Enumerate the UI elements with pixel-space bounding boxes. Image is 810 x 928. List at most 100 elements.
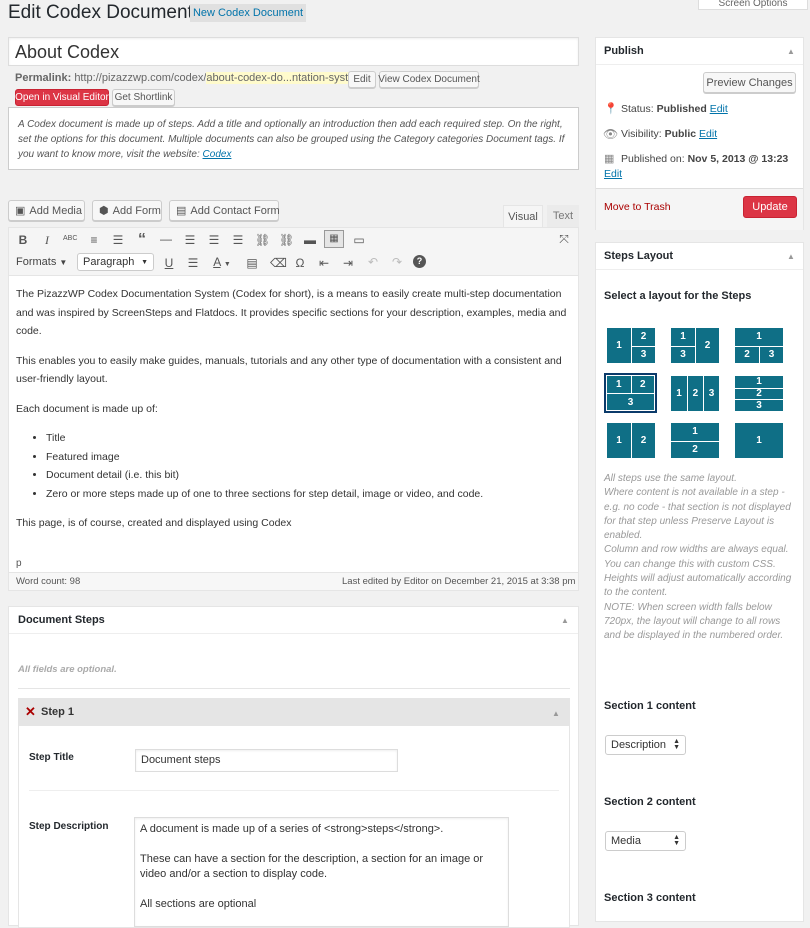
step-description-line: These can have a section for the descrip…	[140, 853, 484, 880]
step-1-label: Step 1	[41, 706, 75, 718]
dropdown-arrow-icon: ▼	[141, 258, 148, 266]
layout-option-2[interactable]: 1 3 2	[671, 328, 719, 363]
layout-option-4[interactable]: 1 2 3	[607, 376, 654, 410]
outdent-icon[interactable]: ⇤	[317, 256, 331, 270]
align-center-icon[interactable]: ☰	[207, 233, 221, 247]
italic-icon[interactable]: I	[40, 233, 54, 248]
step-1-header[interactable]	[18, 698, 570, 726]
published-edit-link[interactable]: Edit	[604, 168, 622, 180]
horizontal-line-icon[interactable]: —	[159, 232, 173, 246]
intro-link[interactable]: Codex	[203, 149, 232, 160]
layout-note: All steps use the same layout. Where con…	[604, 473, 792, 642]
visibility-value: Public	[664, 128, 697, 140]
layout-option-7[interactable]: 1 2	[607, 423, 655, 458]
box-divider	[9, 633, 578, 634]
add-media-label: Add Media	[29, 204, 82, 217]
underline-icon[interactable]: U	[162, 256, 176, 270]
indent-icon[interactable]: ⇥	[341, 256, 355, 270]
visibility-edit-link[interactable]: Edit	[699, 128, 717, 140]
align-left-icon[interactable]: ☰	[183, 233, 197, 247]
new-codex-document-button[interactable]: New Codex Document	[190, 4, 306, 22]
pin-icon: 📍	[604, 103, 618, 115]
tab-visual[interactable]: Visual	[503, 205, 543, 227]
steps-layout-title: Steps Layout	[604, 250, 674, 262]
published-label: Published on:	[621, 153, 685, 165]
divider	[29, 790, 559, 791]
layout-option-6[interactable]: 1 2 3	[735, 376, 783, 411]
justify-icon[interactable]: ☰	[186, 256, 200, 270]
move-to-trash-link[interactable]: Move to Trash	[604, 201, 671, 213]
screen-options-label: Screen Options	[718, 0, 788, 9]
box-divider	[596, 269, 803, 270]
status-label: Status:	[621, 103, 654, 115]
toggle-arrow-icon[interactable]: ▲	[787, 252, 795, 261]
layout-option-8[interactable]: 1 2	[671, 423, 719, 458]
section-3-label: Section 3 content	[604, 892, 696, 904]
toggle-arrow-icon[interactable]: ▲	[561, 616, 569, 625]
open-visual-editor-button[interactable]: Open in Visual Editor	[15, 89, 109, 106]
layout-option-1[interactable]: 1 2 3	[607, 328, 655, 363]
eye-icon: 👁	[603, 127, 619, 141]
clear-formatting-icon[interactable]: ⌫	[270, 256, 287, 270]
optional-note: All fields are optional.	[18, 664, 117, 675]
link-icon[interactable]: ⛓	[255, 233, 270, 247]
undo-icon[interactable]: ↶	[366, 255, 380, 269]
get-shortlink-button[interactable]: Get Shortlink	[112, 89, 175, 106]
dropdown-arrow-icon: ▼	[59, 258, 68, 267]
layout-option-9[interactable]: 1	[735, 423, 783, 458]
permalink-edit-button[interactable]: Edit	[348, 71, 376, 88]
special-character-icon[interactable]: Ω	[293, 256, 307, 270]
layout-option-5[interactable]: 1 2 3	[671, 376, 719, 411]
paragraph-select[interactable]: Paragraph ▼	[77, 253, 154, 271]
toolbar-toggle-icon[interactable]: ▦	[324, 230, 344, 248]
blockquote-icon[interactable]: “	[135, 231, 149, 249]
section-2-label: Section 2 content	[604, 796, 696, 808]
layout-option-3[interactable]: 1 2 3	[735, 328, 783, 363]
bold-icon[interactable]: B	[16, 233, 30, 247]
add-media-button[interactable]: ▣ Add Media	[8, 200, 85, 221]
redo-icon[interactable]: ↷	[390, 255, 404, 269]
contact-form-icon: ▤	[176, 205, 187, 217]
status-row: Status: Published Edit	[621, 103, 728, 115]
delete-step-icon[interactable]: ✕	[25, 704, 36, 720]
add-form-button[interactable]: ⬢ Add Form	[92, 200, 162, 221]
add-contact-form-button[interactable]: ▤ Add Contact Form	[169, 200, 280, 221]
formats-dropdown[interactable]: Formats ▼	[16, 256, 67, 268]
add-form-label: Add Form	[112, 204, 161, 217]
intro-text: A Codex document is made up of steps. Ad…	[18, 119, 565, 160]
preview-changes-button[interactable]: Preview Changes	[703, 72, 796, 93]
unlink-icon[interactable]: ⛓	[279, 233, 294, 247]
fullscreen-icon[interactable]: ⤧	[557, 232, 571, 247]
toggle-arrow-icon[interactable]: ▲	[552, 709, 560, 718]
tab-text[interactable]: Text	[547, 205, 579, 227]
toggle-arrow-icon[interactable]: ▲	[787, 47, 795, 56]
permalink-slug[interactable]: about-codex-do...ntation-system	[206, 72, 364, 84]
update-button[interactable]: Update	[743, 196, 797, 218]
paste-text-icon[interactable]: ▤	[245, 256, 259, 270]
step-title-input[interactable]: Document steps	[135, 749, 398, 772]
list-item: Featured image	[46, 448, 571, 467]
strikethrough-icon[interactable]: ABC	[63, 235, 77, 242]
box-divider	[596, 64, 803, 65]
text-color-icon[interactable]: A ▼	[209, 255, 235, 269]
section-2-select[interactable]: Media ▲ ▼	[605, 831, 686, 851]
post-title-text: About Codex	[15, 42, 120, 62]
shortcode-icon[interactable]: ▭	[352, 233, 366, 247]
align-right-icon[interactable]: ☰	[231, 233, 245, 247]
section-1-select[interactable]: Description ▲ ▼	[605, 735, 686, 755]
editor-content[interactable]: The PizazzWP Codex Documentation System …	[16, 285, 571, 533]
divider	[18, 688, 570, 689]
editor-paragraph: Each document is made up of:	[16, 402, 158, 415]
read-more-icon[interactable]: ▬	[303, 233, 317, 247]
bullet-list-icon[interactable]: ≡	[87, 233, 101, 247]
select-arrows-icon: ▲ ▼	[673, 738, 680, 751]
status-edit-link[interactable]: Edit	[710, 103, 728, 115]
editor-paragraph: This enables you to easily make guides, …	[16, 354, 562, 386]
screen-options-button[interactable]: Screen Options	[698, 0, 808, 10]
numbered-list-icon[interactable]: ☰	[111, 233, 125, 247]
media-icon: ▣	[15, 205, 26, 217]
help-icon[interactable]: ?	[413, 255, 426, 268]
word-count: Word count: 98	[16, 576, 81, 587]
post-title-input[interactable]: About Codex	[8, 37, 579, 66]
view-document-button[interactable]: View Codex Document	[378, 71, 480, 88]
